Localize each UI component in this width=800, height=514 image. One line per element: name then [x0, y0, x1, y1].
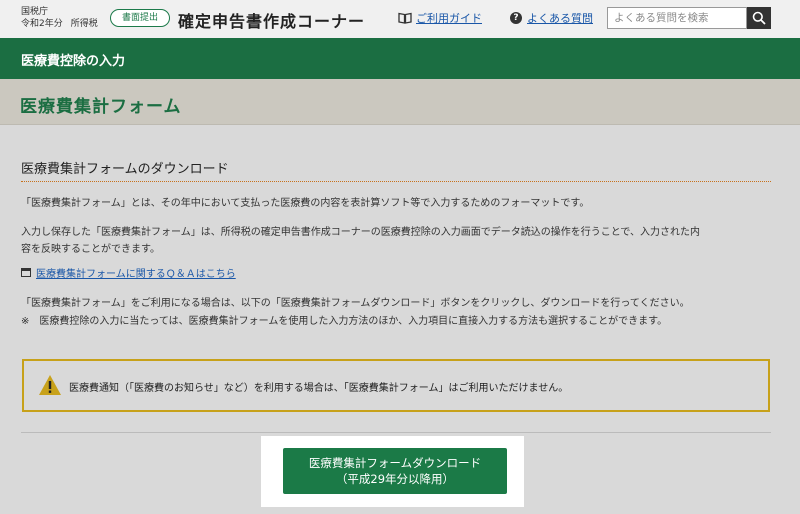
- download-area: 医療費集計フォームダウンロード （平成29年分以降用）: [261, 436, 524, 507]
- question-circle-icon: ?: [510, 12, 522, 24]
- faq-label: よくある質問: [527, 12, 593, 25]
- user-guide-label: ご利用ガイド: [416, 12, 482, 25]
- import-text-line1: 入力し保存した「医療費集計フォーム」は、所得税の確定申告書作成コーナーの医療費控…: [21, 227, 700, 238]
- note-text: ※ 医療費控除の入力に当たっては、医療費集計フォームを使用した入力方法のほか、入…: [21, 316, 668, 327]
- description-text: 「医療費集計フォーム」とは、その年中において支払った医療費の内容を表計算ソフト等…: [21, 198, 590, 209]
- tax-type: 所得税: [70, 19, 98, 29]
- magnifier-icon: [752, 11, 766, 25]
- download-button-label: 医療費集計フォームダウンロード: [308, 456, 482, 470]
- dotted-divider: [21, 181, 771, 182]
- usage-text: 「医療費集計フォーム」をご利用になる場合は、以下の「医療費集計フォームダウンロー…: [21, 298, 690, 309]
- qa-link-label: 医療費集計フォームに関するＱ＆Ａはこちら: [36, 269, 236, 280]
- top-header: 国税庁 令和2年分 所得税 書面提出 確定申告書作成コーナー ご利用ガイド ? よ…: [0, 0, 800, 38]
- faq-search-input[interactable]: [607, 7, 747, 29]
- section-divider: [21, 432, 771, 433]
- qa-link[interactable]: 医療費集計フォームに関するＱ＆Ａはこちら: [21, 265, 236, 280]
- book-icon: [398, 12, 412, 24]
- warning-icon: [39, 375, 61, 395]
- page-header: 医療費集計フォーム: [0, 79, 800, 125]
- page-title: 医療費集計フォーム: [20, 97, 182, 117]
- faq-link[interactable]: ? よくある質問: [510, 10, 593, 26]
- user-guide-link[interactable]: ご利用ガイド: [398, 10, 482, 26]
- agency-info: 国税庁 令和2年分 所得税: [21, 6, 106, 30]
- search-button[interactable]: [747, 7, 771, 29]
- app-title: 確定申告書作成コーナー: [178, 12, 366, 31]
- section-title: 医療費控除の入力: [21, 54, 126, 69]
- warning-notice: 医療費通知（「医療費のお知らせ」など）を利用する場合は、「医療費集計フォーム」は…: [22, 359, 770, 412]
- download-button-sublabel: （平成29年分以降用）: [335, 472, 455, 486]
- download-subtitle: 医療費集計フォームのダウンロード: [21, 162, 229, 177]
- tax-year: 令和2年分: [21, 19, 63, 29]
- section-band: 医療費控除の入力: [0, 38, 800, 79]
- mode-badge: 書面提出: [110, 9, 170, 27]
- agency-name: 国税庁: [21, 7, 49, 17]
- import-text-line2: 容を反映することができます。: [21, 244, 160, 255]
- warning-text: 医療費通知（「医療費のお知らせ」など）を利用する場合は、「医療費集計フォーム」は…: [69, 383, 569, 394]
- download-button[interactable]: 医療費集計フォームダウンロード （平成29年分以降用）: [283, 448, 507, 494]
- new-window-icon: [21, 268, 31, 277]
